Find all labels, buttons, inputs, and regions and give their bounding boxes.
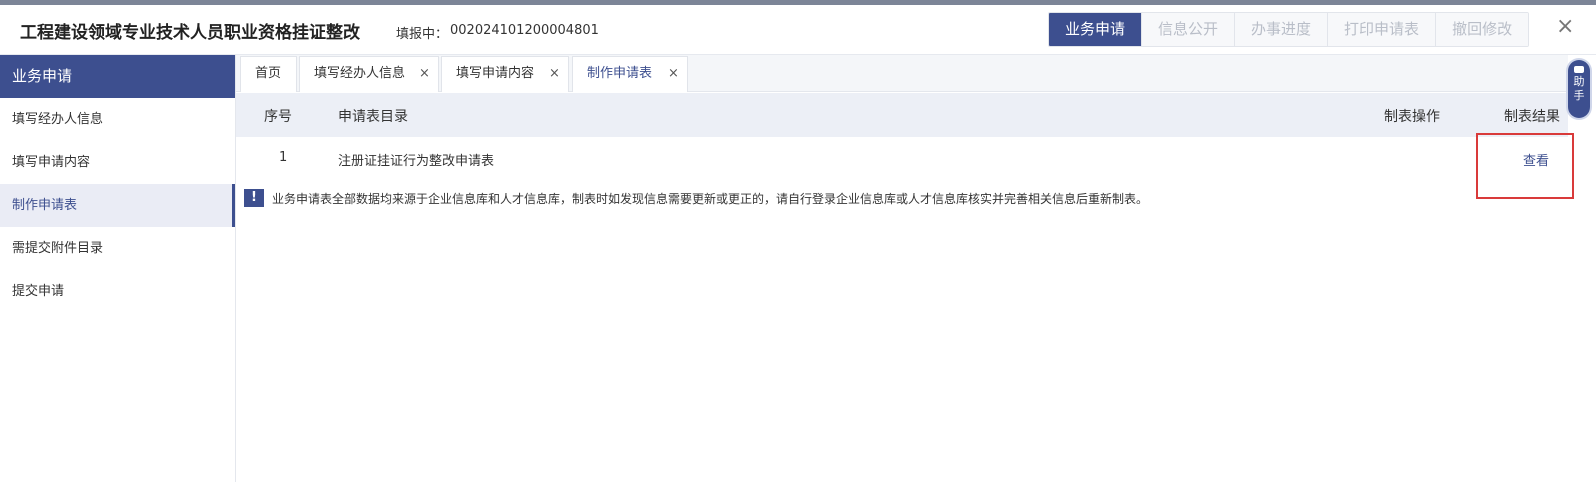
page-header: 工程建设领域专业技术人员职业资格挂证整改 填报中： 00202410120000… (0, 5, 1596, 55)
tab-home[interactable]: 首页 (240, 56, 297, 92)
withdraw-edit-button[interactable]: 撤回修改 (1435, 13, 1529, 46)
sidebar-item-make-form[interactable]: 制作申请表 (0, 184, 235, 227)
column-header-catalog: 申请表目录 (338, 109, 408, 125)
info-disclosure-button[interactable]: 信息公开 (1141, 13, 1235, 46)
notice-text: 业务申请表全部数据均来源于企业信息库和人才信息库，制表时如发现信息需要更新或更正… (272, 191, 1149, 206)
sidebar-item-attachments[interactable]: 需提交附件目录 (0, 227, 235, 270)
assistant-label-2: 手 (1573, 89, 1585, 102)
sidebar-item-operator-info[interactable]: 填写经办人信息 (0, 98, 235, 141)
close-icon[interactable]: × (419, 57, 430, 91)
chat-icon (1574, 66, 1584, 73)
status-label: 填报中： (396, 27, 449, 42)
print-form-button[interactable]: 打印申请表 (1327, 13, 1436, 46)
sidebar: 业务申请 填写经办人信息 填写申请内容 制作申请表 需提交附件目录 提交申请 (0, 55, 236, 482)
tab-bar: 首页 填写经办人信息 × 填写申请内容 × 制作申请表 × (236, 55, 1568, 92)
close-icon[interactable]: × (668, 57, 679, 91)
exclamation-icon: ! (244, 189, 264, 207)
sidebar-item-application-content[interactable]: 填写申请内容 (0, 141, 235, 184)
row-index: 1 (279, 150, 288, 165)
sidebar-item-submit[interactable]: 提交申请 (0, 270, 235, 313)
application-number: 002024101200004801 (450, 23, 599, 38)
table-row: 1 注册证挂证行为整改申请表 查看 (236, 137, 1568, 181)
column-header-result: 制表结果 (1504, 109, 1560, 125)
header-action-group: 业务申请 信息公开 办事进度 打印申请表 撤回修改 (1048, 12, 1530, 47)
column-header-index: 序号 (264, 109, 292, 125)
tab-application-content[interactable]: 填写申请内容 × (441, 56, 569, 92)
notice-bar: ! 业务申请表全部数据均来源于企业信息库和人才信息库，制表时如发现信息需要更新或… (244, 188, 1148, 208)
highlight-box (1476, 133, 1574, 199)
assistant-button[interactable]: 助 手 (1568, 60, 1590, 118)
tab-label: 首页 (255, 66, 282, 81)
table-header: 序号 申请表目录 制表操作 制表结果 (236, 93, 1568, 137)
progress-button[interactable]: 办事进度 (1234, 13, 1328, 46)
business-application-button[interactable]: 业务申请 (1049, 13, 1142, 46)
tab-make-form[interactable]: 制作申请表 × (572, 56, 688, 92)
close-icon[interactable]: × (549, 57, 560, 91)
tab-label: 填写经办人信息 (314, 66, 406, 81)
column-header-operation: 制表操作 (1384, 109, 1440, 125)
assistant-label-1: 助 (1573, 75, 1585, 88)
page-title: 工程建设领域专业技术人员职业资格挂证整改 (20, 23, 360, 43)
row-form-name: 注册证挂证行为整改申请表 (338, 154, 495, 169)
sidebar-title: 业务申请 (0, 55, 235, 98)
tab-label: 填写申请内容 (456, 66, 535, 81)
tab-label: 制作申请表 (587, 66, 653, 81)
close-icon[interactable]: × (1556, 15, 1574, 39)
tab-operator-info[interactable]: 填写经办人信息 × (299, 56, 439, 92)
